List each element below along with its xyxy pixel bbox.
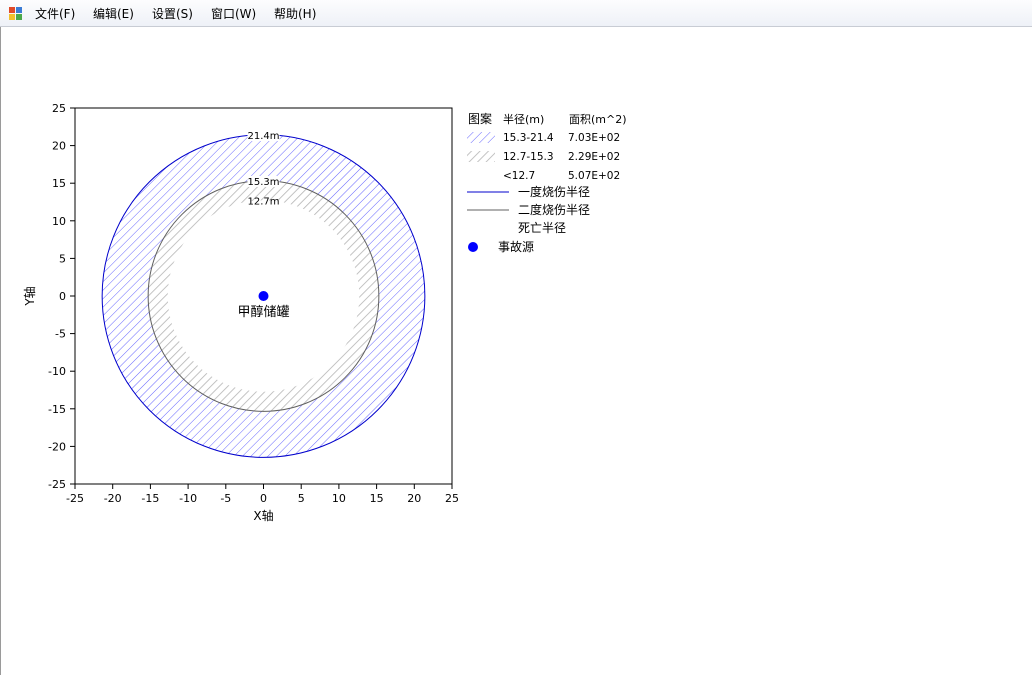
chart-canvas: 21.4m 15.3m 12.7m 甲醇储罐 -25 -20 -15 -10 -5 0 5 10 15 2… [0,27,1032,675]
y-tick-label: 10 [52,215,66,228]
y-tick-label: -5 [55,328,66,341]
legend-header-area: 面积(m^2) [569,113,627,126]
menu-edit[interactable]: 编辑(E) [93,6,134,22]
legend-header-radius: 半径(m) [503,112,544,126]
x-tick-label: 25 [445,492,459,505]
radius-label-outer: 21.4m [247,131,279,142]
y-tick-label: 0 [59,290,66,303]
legend-line-label: 一度烧伤半径 [518,184,590,199]
x-tick-label: 5 [298,492,305,505]
legend-source-marker-icon [468,242,478,252]
legend-swatch-blue [467,132,495,143]
x-tick-label: -15 [141,492,159,505]
x-tick-label: 15 [370,492,384,505]
x-tick-label: 20 [407,492,421,505]
y-tick-label: 20 [52,140,66,153]
app-window-icon[interactable] [9,7,22,20]
y-tick-label: -10 [48,365,66,378]
radius-label-middle: 15.3m [247,177,279,188]
radius-label-inner: 12.7m [247,196,279,207]
x-tick-label: -20 [104,492,122,505]
legend-band-range: 12.7-15.3 [503,151,554,163]
legend-header-pattern: 图案 [468,111,492,126]
legend-swatch-gray [467,151,495,162]
legend-band-area: 2.29E+02 [568,151,620,163]
legend-source-label: 事故源 [498,239,534,254]
menu-settings[interactable]: 设置(S) [152,6,193,22]
x-tick-label: -25 [66,492,84,505]
y-axis-label: Y轴 [22,286,37,306]
menu-bar: 文件(F) 编辑(E) 设置(S) 窗口(W) 帮助(H) [0,0,1032,27]
x-tick-label: 10 [332,492,346,505]
legend-line-label: 二度烧伤半径 [518,202,590,217]
legend-band-range: 15.3-21.4 [503,132,554,144]
x-tick-label: -5 [220,492,231,505]
y-tick-label: 5 [59,252,66,265]
accident-source-marker-icon [258,291,269,301]
legend-line-label: 死亡半径 [518,221,566,235]
y-tick-label: 15 [52,177,66,190]
burn-radius-chart: 21.4m 15.3m 12.7m 甲醇储罐 -25 -20 -15 -10 -5 0 5 10 15 2… [22,102,627,523]
menu-file[interactable]: 文件(F) [35,6,75,22]
legend-band-area: 7.03E+02 [568,132,620,144]
y-tick-label: -15 [48,403,66,416]
x-tick-label: 0 [260,492,267,505]
menu-window[interactable]: 窗口(W) [211,6,256,22]
y-tick-label: -25 [48,478,66,491]
x-tick-label: -10 [179,492,197,505]
source-label: 甲醇储罐 [237,304,289,320]
legend-band-area: 5.07E+02 [568,170,620,182]
y-tick-label: -20 [48,440,66,453]
y-tick-label: 25 [52,102,66,115]
legend-band-range: <12.7 [503,170,535,182]
x-axis-label: X轴 [253,508,273,523]
menu-help[interactable]: 帮助(H) [274,6,316,22]
